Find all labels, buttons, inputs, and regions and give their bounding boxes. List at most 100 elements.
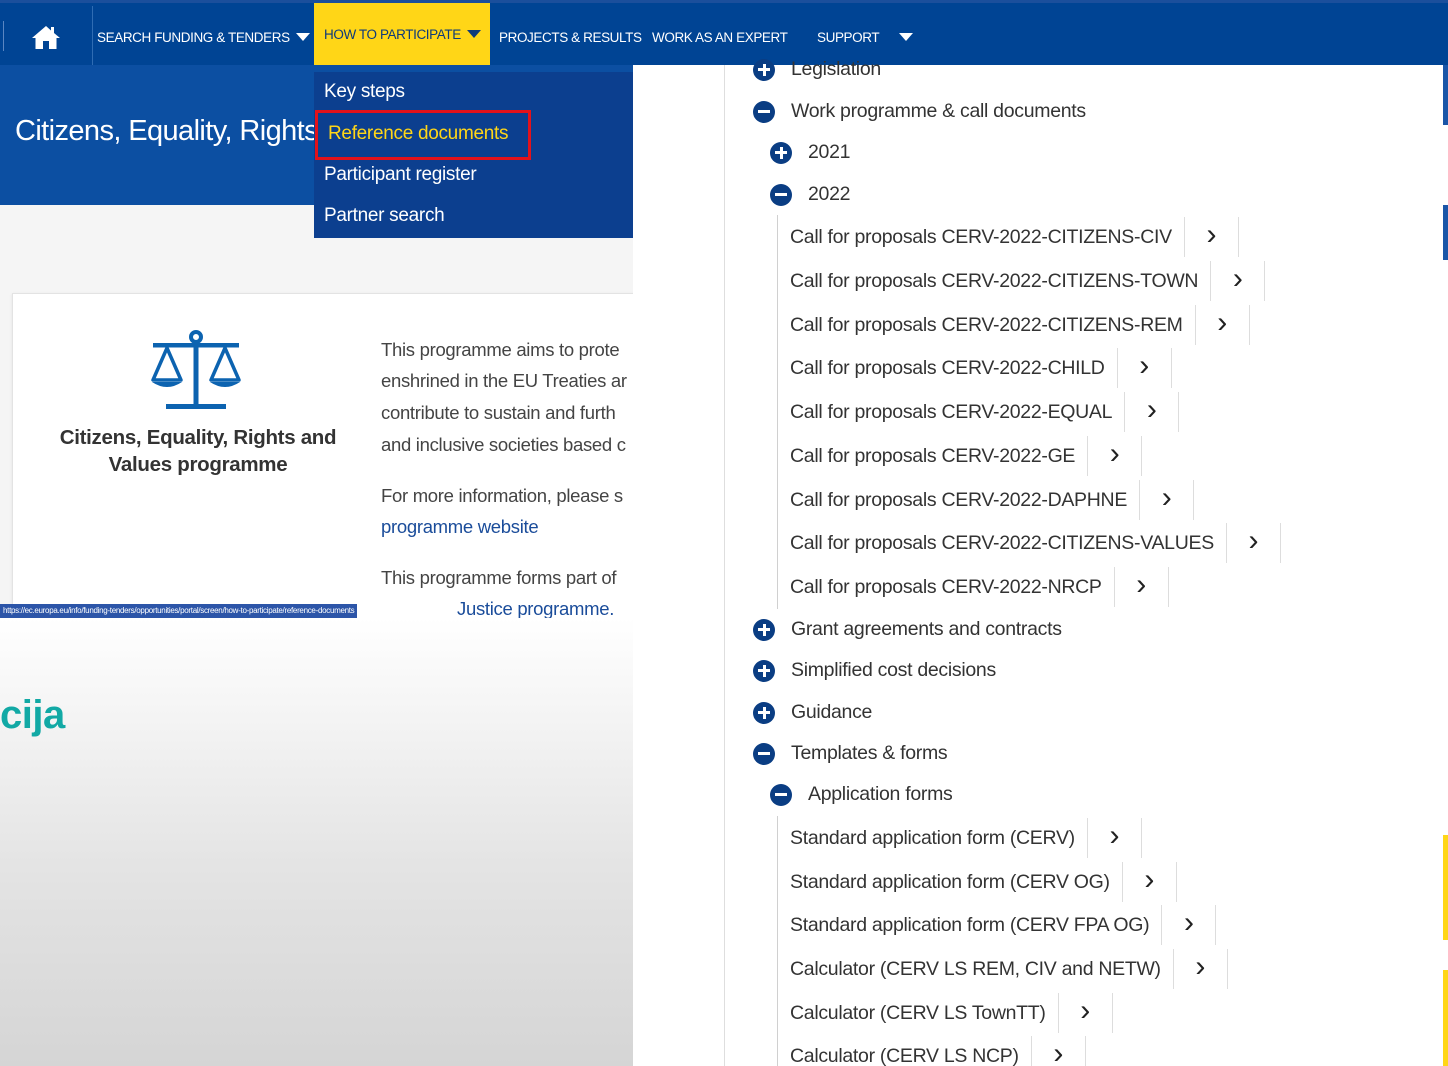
tree-node-label: 2021 [808,141,851,163]
tree-left-border [724,65,725,1066]
chevron-right-icon[interactable] [1113,567,1169,607]
nav-projects-results-label: PROJECTS & RESULTS [499,29,642,45]
call-document-label[interactable]: Call for proposals CERV-2022-CITIZENS-VA… [790,532,1214,555]
chevron-right-icon[interactable] [1087,436,1143,476]
page: SEARCH FUNDING & TENDERS HOW TO PARTICIP… [0,0,1448,1066]
tree-node-legislation[interactable]: Legislation [753,58,881,81]
call-document-label[interactable]: Call for proposals CERV-2022-CITIZENS-TO… [790,270,1199,293]
edge-accent [1443,65,1448,125]
nav-search-funding[interactable]: SEARCH FUNDING & TENDERS [97,6,310,68]
tree-node-2022[interactable]: 2022 [770,183,850,206]
collapse-minus-icon[interactable] [770,183,792,206]
expand-plus-icon[interactable] [753,58,775,81]
programme-website-link[interactable]: programme website [381,511,633,543]
scales-of-justice-icon [151,330,241,409]
chevron-right-icon[interactable] [1121,862,1177,902]
form-document-label[interactable]: Calculator (CERV LS NCP) [790,1045,1019,1066]
chevron-right-icon[interactable] [1225,523,1281,563]
menu-item-key-steps[interactable]: Key steps [324,81,405,103]
expand-plus-icon[interactable] [753,618,775,641]
chevron-right-icon[interactable] [1124,392,1180,432]
nav-how-to-participate-label: HOW TO PARTICIPATE [324,26,461,42]
edge-accent [1443,835,1448,940]
expand-plus-icon[interactable] [753,659,775,682]
edge-accent [1443,205,1448,260]
form-document-label[interactable]: Calculator (CERV LS TownTT) [790,1002,1046,1025]
tree-node-label: Application forms [808,783,953,805]
more-info-text: For more information, please s [381,485,623,506]
caret-down-icon [466,30,481,38]
nav-support-label: SUPPORT [817,29,880,45]
call-document-label[interactable]: Call for proposals CERV-2022-CHILD [790,357,1105,380]
form-document-row: Calculator (CERV LS TownTT) [777,991,1113,1035]
menu-item-participant-register[interactable]: Participant register [324,164,477,186]
chevron-right-icon[interactable] [1057,993,1113,1033]
nav-projects-results[interactable]: PROJECTS & RESULTS [499,6,642,68]
chevron-right-icon[interactable] [1086,818,1142,858]
programme-name: Citizens, Equality, Rights and Values pr… [59,426,337,476]
tree-node-templates-forms[interactable]: Templates & forms [753,742,948,765]
programme-card: Citizens, Equality, Rights and Values pr… [12,293,633,618]
form-document-label[interactable]: Standard application form (CERV OG) [790,871,1110,894]
form-document-row: Standard application form (CERV FPA OG) [777,903,1217,947]
form-document-row: Standard application form (CERV OG) [777,860,1177,904]
caret-down-icon [295,33,310,41]
banner-title: Citizens, Equality, Rights [15,115,319,147]
form-document-row: Calculator (CERV LS REM, CIV and NETW) [777,947,1228,991]
form-document-label[interactable]: Standard application form (CERV FPA OG) [790,914,1150,937]
tree-node-label: Work programme & call documents [791,100,1086,122]
chevron-right-icon[interactable] [1116,348,1172,388]
expand-plus-icon[interactable] [770,141,792,164]
chevron-right-icon[interactable] [1172,949,1228,989]
chevron-right-icon[interactable] [1194,305,1250,345]
tree-node-label: Grant agreements and contracts [791,618,1062,640]
call-document-row: Call for proposals CERV-2022-NRCP [777,565,1169,609]
call-document-label[interactable]: Call for proposals CERV-2022-CITIZENS-RE… [790,314,1183,337]
part-of-text: This programme forms part of [381,567,617,588]
collapse-minus-icon[interactable] [753,742,775,765]
home-button[interactable] [0,6,93,68]
call-document-row: Call for proposals CERV-2022-CITIZENS-TO… [777,259,1266,303]
call-document-row: Call for proposals CERV-2022-CITIZENS-RE… [777,303,1250,347]
tree-node-label: Legislation [791,58,881,80]
form-document-row: Calculator (CERV LS NCP) [777,1034,1086,1066]
call-document-label[interactable]: Call for proposals CERV-2022-NRCP [790,576,1102,599]
tree-node-simplified-cost[interactable]: Simplified cost decisions [753,659,996,682]
call-document-label[interactable]: Call for proposals CERV-2022-EQUAL [790,401,1112,424]
collapse-minus-icon[interactable] [753,100,775,123]
tree-node-application-forms[interactable]: Application forms [770,783,953,806]
justice-programme-link[interactable]: Justice programme. [457,593,633,618]
chevron-right-icon[interactable] [1161,905,1217,945]
chevron-right-icon[interactable] [1030,1036,1086,1066]
call-document-label[interactable]: Call for proposals CERV-2022-DAPHNE [790,489,1127,512]
programme-description-line: enshrined in the EU Treaties ar [381,370,627,391]
menu-item-partner-search[interactable]: Partner search [324,205,445,227]
tree-node-work-programme[interactable]: Work programme & call documents [753,100,1086,123]
edge-accent [1443,970,1448,1066]
status-bar-url: https://ec.europa.eu/info/funding-tender… [0,604,358,618]
top-nav-bar: SEARCH FUNDING & TENDERS HOW TO PARTICIP… [0,0,1448,75]
tree-node-grant-agreements[interactable]: Grant agreements and contracts [753,618,1062,641]
form-document-label[interactable]: Standard application form (CERV) [790,827,1075,850]
tree-node-2021[interactable]: 2021 [770,141,850,164]
tree-node-label: Guidance [791,701,873,723]
collapse-minus-icon[interactable] [770,783,792,806]
call-document-label[interactable]: Call for proposals CERV-2022-CITIZENS-CI… [790,226,1172,249]
tree-node-guidance[interactable]: Guidance [753,701,872,724]
form-document-label[interactable]: Calculator (CERV LS REM, CIV and NETW) [790,958,1161,981]
chevron-right-icon[interactable] [1210,261,1266,301]
call-document-row: Call for proposals CERV-2022-DAPHNE [777,478,1195,522]
nav-work-as-expert-label: WORK AS AN EXPERT [652,29,788,45]
home-icon [32,26,60,49]
chevron-right-icon[interactable] [1183,217,1239,257]
tree-node-label: Simplified cost decisions [791,659,996,681]
call-document-row: Call for proposals CERV-2022-CITIZENS-CI… [777,215,1239,259]
call-document-label[interactable]: Call for proposals CERV-2022-GE [790,445,1075,468]
call-document-row: Call for proposals CERV-2022-EQUAL [777,390,1180,434]
call-document-row: Call for proposals CERV-2022-GE [777,434,1143,478]
highlight-box [315,110,531,160]
expand-plus-icon[interactable] [753,701,775,724]
call-document-row: Call for proposals CERV-2022-CITIZENS-VA… [777,521,1281,565]
chevron-right-icon[interactable] [1139,480,1195,520]
tree-node-label: Templates & forms [791,742,948,764]
